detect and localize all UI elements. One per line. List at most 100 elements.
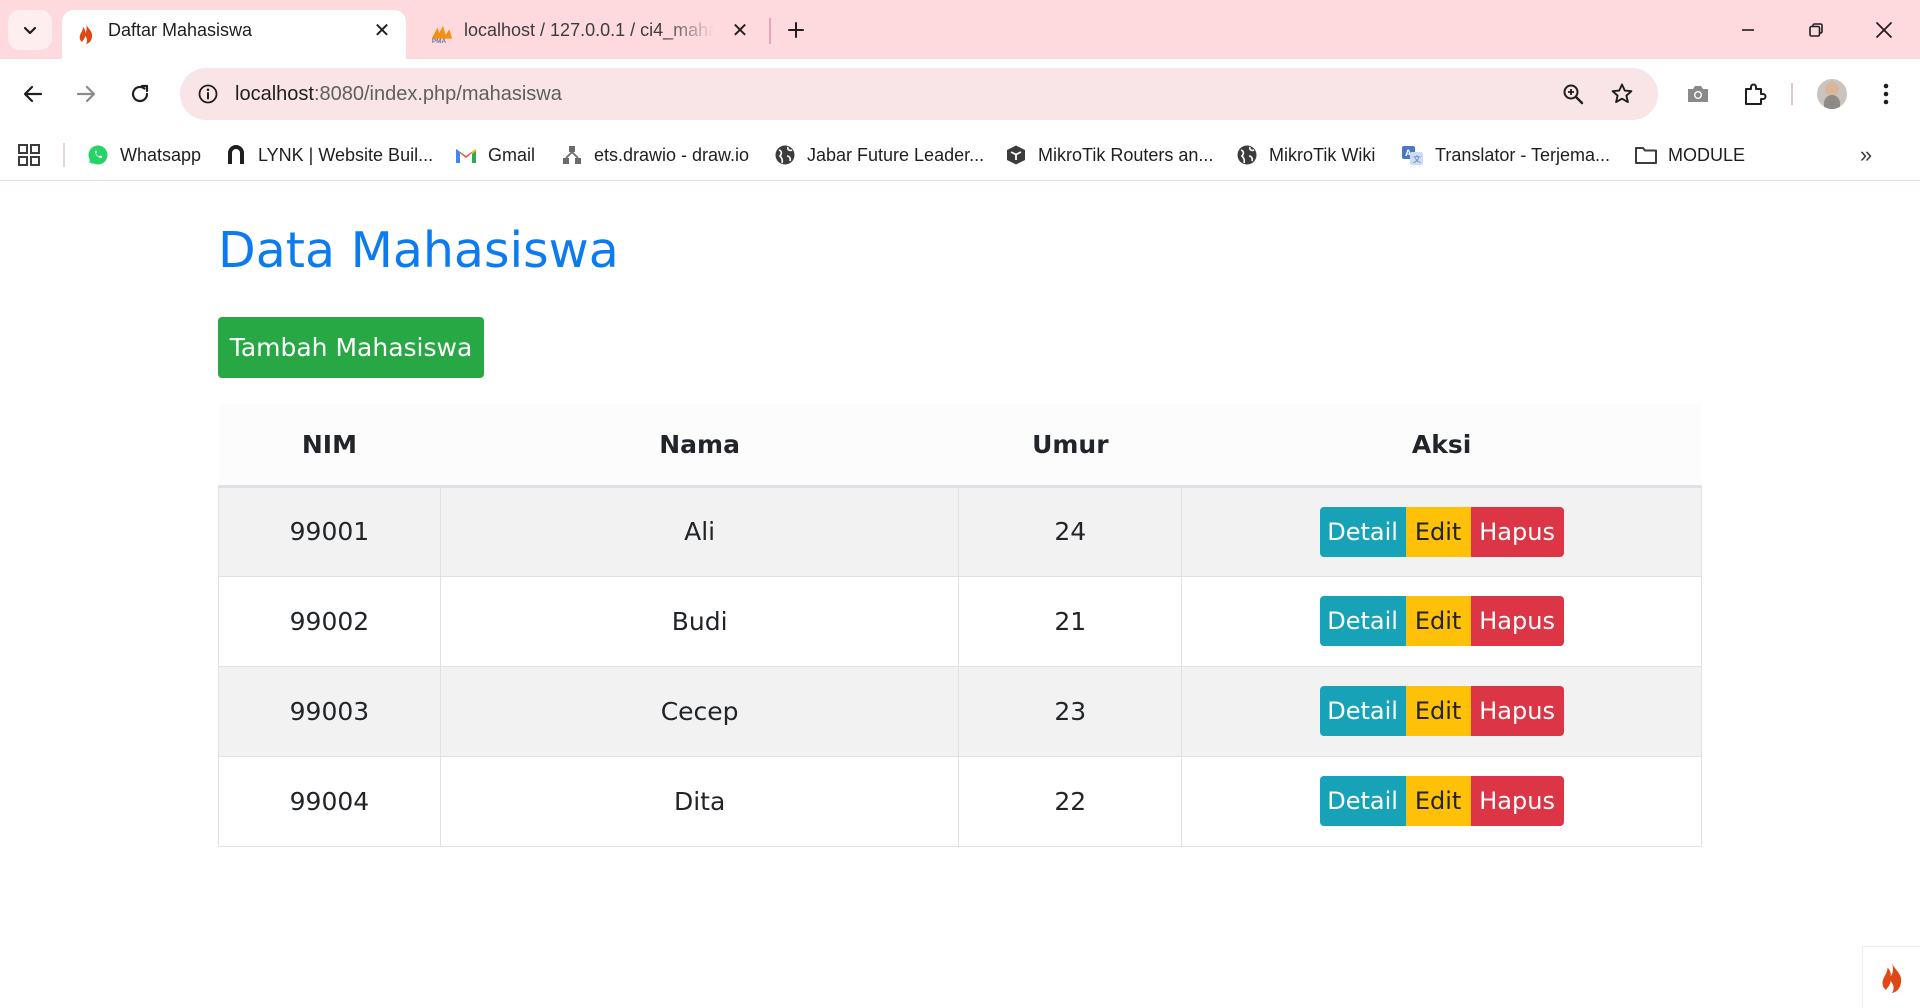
whatsapp-icon	[86, 143, 110, 167]
bookmark-label: ets.drawio - draw.io	[594, 144, 750, 165]
arrow-left-icon	[23, 85, 43, 103]
back-button[interactable]	[12, 73, 54, 115]
bookmark-label: MikroTik Routers an...	[1038, 144, 1214, 165]
detail-button[interactable]: Detail	[1319, 596, 1406, 646]
minimize-icon	[1742, 29, 1754, 31]
cell-nama: Cecep	[439, 665, 960, 757]
bookmark-label: MikroTik Wiki	[1269, 144, 1376, 165]
cell-nim: 99001	[218, 485, 441, 577]
table-header-row: NIM Nama Umur Aksi	[218, 404, 1702, 488]
edit-button[interactable]: Edit	[1405, 686, 1471, 736]
site-info-icon[interactable]	[194, 80, 222, 108]
tab-search-button[interactable]	[8, 10, 52, 50]
action-group: Detail Edit Hapus	[1319, 776, 1564, 826]
restore-button[interactable]	[1782, 8, 1850, 52]
url-text[interactable]: localhost:8080/index.php/mahasiswa	[235, 68, 562, 120]
chevron-double-right-icon[interactable]: »	[1852, 141, 1880, 169]
bookmark-drawio[interactable]: ets.drawio - draw.io	[560, 139, 749, 171]
tab-title: localhost / 127.0.0.1 / ci4_mahasiswa	[464, 20, 714, 40]
codeigniter-flame-icon	[1881, 962, 1901, 993]
forward-button[interactable]	[65, 73, 107, 115]
delete-button[interactable]: Hapus	[1470, 596, 1564, 646]
bookmark-star-icon[interactable]	[1608, 80, 1636, 108]
svg-text:PMA: PMA	[432, 38, 447, 45]
tab-daftar-mahasiswa[interactable]: Daftar Mahasiswa ✕	[62, 10, 406, 59]
detail-button[interactable]: Detail	[1319, 776, 1406, 826]
apps-grid-icon[interactable]	[16, 142, 42, 168]
new-tab-button[interactable]	[778, 10, 814, 50]
globe-icon	[1235, 143, 1259, 167]
delete-button[interactable]: Hapus	[1470, 686, 1564, 736]
close-window-button[interactable]	[1850, 8, 1918, 52]
edit-button[interactable]: Edit	[1405, 506, 1471, 557]
cell-umur: 23	[958, 665, 1183, 757]
reload-button[interactable]	[119, 73, 161, 115]
codeigniter-flame-icon	[74, 22, 98, 46]
table-row: 99002 Budi 21 Detail Edit Hapus	[218, 575, 1702, 667]
action-group: Detail Edit Hapus	[1319, 506, 1564, 557]
bookmark-folder-module[interactable]: MODULE	[1634, 139, 1745, 171]
edit-button[interactable]: Edit	[1405, 596, 1471, 646]
page-title: Data Mahasiswa	[218, 222, 619, 279]
bookmarks-separator	[63, 143, 65, 167]
close-tab-icon[interactable]: ✕	[368, 16, 396, 44]
debug-toolbar-toggle[interactable]	[1862, 946, 1920, 1008]
reload-icon	[131, 84, 149, 103]
close-tab-icon[interactable]: ✕	[726, 16, 754, 44]
restore-icon	[1809, 23, 1823, 37]
plus-icon	[788, 22, 804, 38]
page-content: Data Mahasiswa Tambah Mahasiswa NIM Nama…	[0, 182, 1920, 1008]
cell-aksi: Detail Edit Hapus	[1181, 665, 1702, 757]
bookmark-lynk[interactable]: LYNK | Website Buil...	[224, 139, 433, 171]
table-row: 99001 Ali 24 Detail Edit Hapus	[218, 485, 1702, 577]
cell-aksi: Detail Edit Hapus	[1181, 575, 1702, 667]
lynk-icon	[224, 143, 248, 167]
camera-icon[interactable]	[1680, 76, 1716, 112]
minimize-button[interactable]	[1714, 8, 1782, 52]
delete-button[interactable]: Hapus	[1470, 776, 1564, 826]
mikrotik-icon	[1004, 143, 1028, 167]
zoom-icon[interactable]	[1559, 80, 1587, 108]
add-student-button[interactable]: Tambah Mahasiswa	[218, 317, 484, 378]
column-header-umur: Umur	[958, 404, 1182, 488]
bookmark-whatsapp[interactable]: Whatsapp	[86, 139, 201, 171]
url-path: :8080/index.php/mahasiswa	[313, 83, 562, 105]
detail-button[interactable]: Detail	[1319, 506, 1406, 557]
tab-phpmyadmin[interactable]: PMA localhost / 127.0.0.1 / ci4_mahasisw…	[418, 10, 768, 59]
toolbar-divider	[1791, 83, 1793, 105]
gmail-icon	[454, 143, 478, 167]
cell-nama: Dita	[439, 755, 960, 847]
cell-nim: 99002	[218, 575, 441, 667]
bookmark-mikrotik-routers[interactable]: MikroTik Routers an...	[1004, 139, 1213, 171]
cell-umur: 22	[958, 755, 1183, 847]
cell-nama: Budi	[439, 575, 960, 667]
bookmark-label: Translator - Terjema...	[1435, 144, 1611, 165]
detail-button[interactable]: Detail	[1319, 686, 1406, 736]
bookmark-jabar[interactable]: Jabar Future Leader...	[773, 139, 984, 171]
browser-toolbar: localhost:8080/index.php/mahasiswa	[0, 59, 1920, 129]
bookmark-label: Gmail	[488, 144, 536, 165]
more-menu-icon[interactable]	[1868, 76, 1904, 112]
tab-title: Daftar Mahasiswa	[108, 20, 253, 40]
cell-umur: 21	[958, 575, 1183, 667]
extensions-icon[interactable]	[1736, 76, 1772, 112]
folder-icon	[1634, 143, 1658, 167]
address-bar[interactable]: localhost:8080/index.php/mahasiswa	[180, 68, 1658, 120]
column-header-aksi: Aksi	[1181, 404, 1702, 488]
cell-nim: 99004	[218, 755, 441, 847]
profile-avatar[interactable]	[1817, 79, 1847, 109]
action-group: Detail Edit Hapus	[1319, 686, 1564, 736]
drawio-icon	[560, 143, 584, 167]
bookmark-label: Jabar Future Leader...	[807, 144, 985, 165]
cell-aksi: Detail Edit Hapus	[1181, 755, 1702, 847]
bookmark-label: Whatsapp	[120, 144, 202, 165]
bookmark-mikrotik-wiki[interactable]: MikroTik Wiki	[1235, 139, 1375, 171]
edit-button[interactable]: Edit	[1405, 776, 1471, 826]
column-header-nim: NIM	[218, 404, 441, 488]
bookmark-translator[interactable]: A文 Translator - Terjema...	[1401, 139, 1610, 171]
phpmyadmin-icon: PMA	[430, 22, 454, 46]
delete-button[interactable]: Hapus	[1470, 506, 1564, 557]
table-row: 99003 Cecep 23 Detail Edit Hapus	[218, 665, 1702, 757]
bookmark-gmail[interactable]: Gmail	[454, 139, 535, 171]
translator-icon: A文	[1401, 143, 1425, 167]
